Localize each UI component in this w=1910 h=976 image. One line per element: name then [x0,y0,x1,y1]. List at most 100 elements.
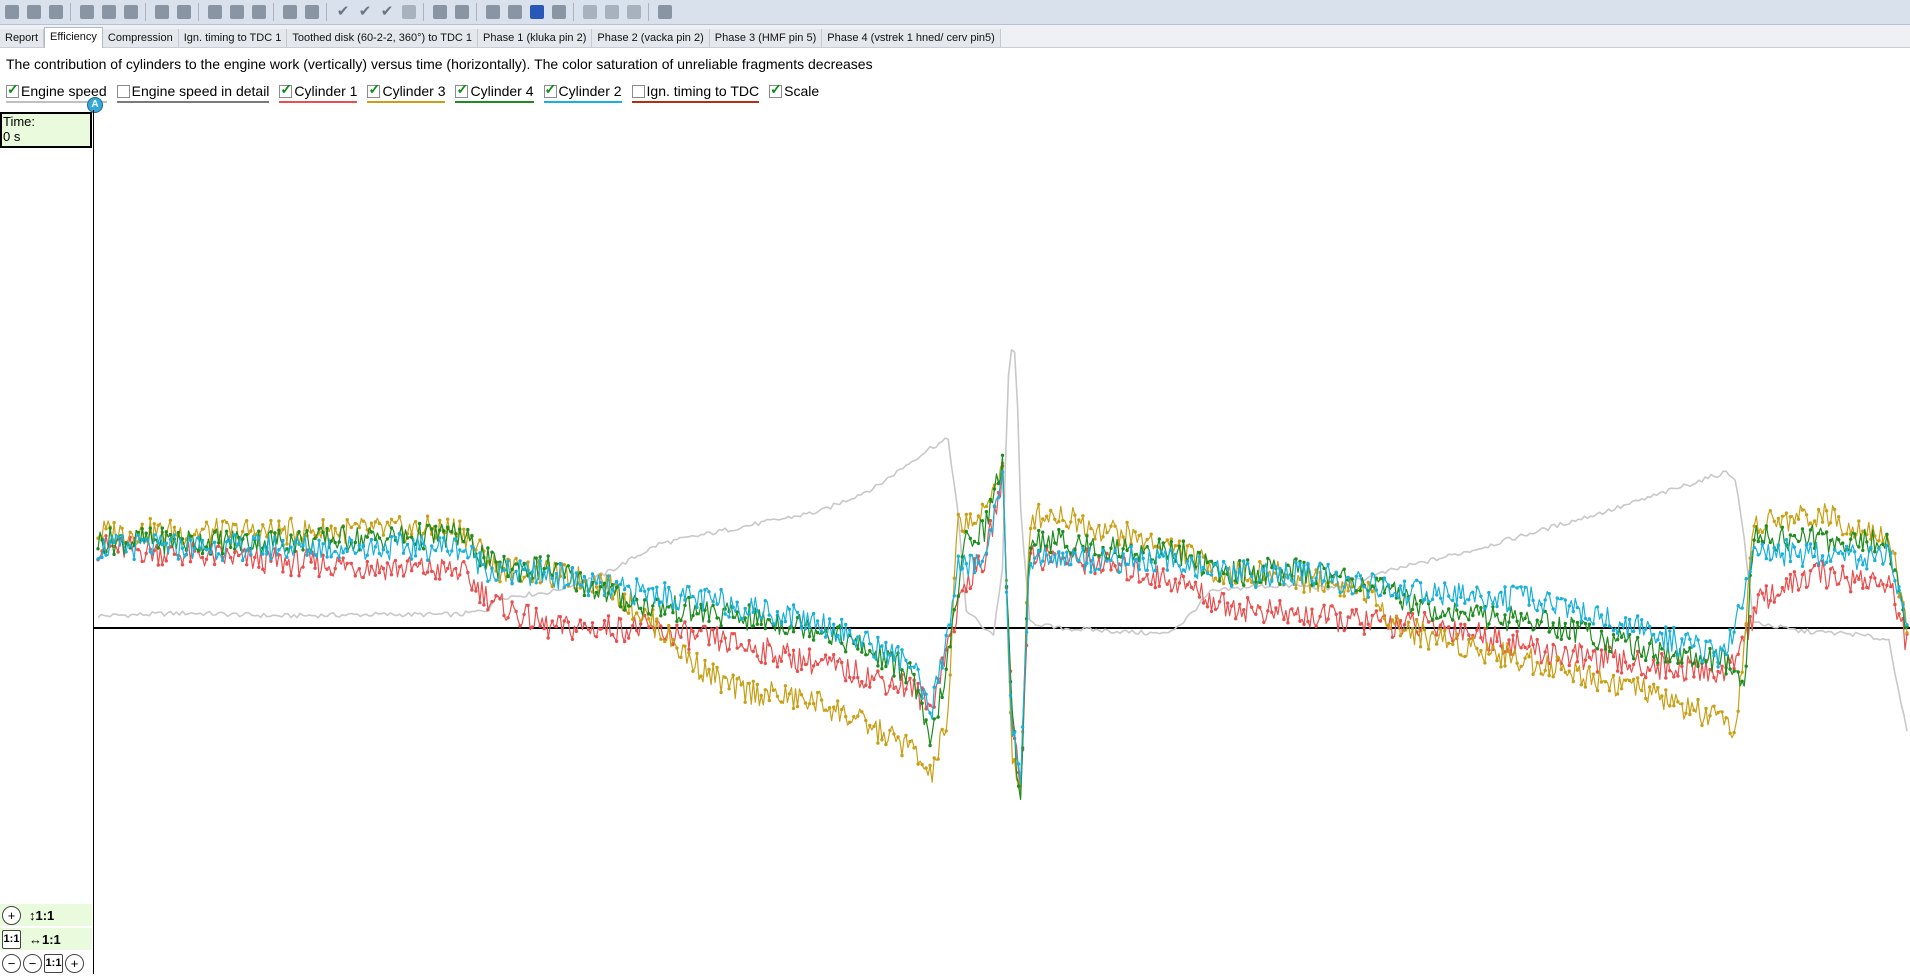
print-icon[interactable] [46,2,66,22]
check-double-icon[interactable]: ✔ [355,2,375,22]
data-point [1346,575,1350,580]
paste-icon[interactable] [99,2,119,22]
data-point [1756,539,1761,544]
data-point [1660,652,1664,656]
check-icon[interactable]: ✔ [333,2,353,22]
data-point [739,617,743,621]
page-icon[interactable] [399,2,419,22]
data-point [1097,523,1101,528]
legend-checkbox[interactable] [455,81,469,98]
data-point [570,566,575,570]
data-point [1756,553,1761,557]
data-point [1841,541,1845,545]
stop-sequence-icon[interactable] [527,2,547,22]
legend-item-engine-speed-in-detail[interactable]: Engine speed in detail [116,81,270,103]
legend-item-cylinder-2[interactable]: Cylinder 2 [543,81,622,103]
tab-phase-3-hmf-pin-5[interactable]: Phase 3 (HMF pin 5) [709,29,823,47]
sequence-icon[interactable] [483,2,503,22]
data-point [164,541,168,545]
waveform-icon[interactable] [205,2,225,22]
play-sequence-icon[interactable] [505,2,525,22]
data-point [1302,563,1306,568]
data-point [1479,648,1483,653]
legend-checkbox[interactable] [543,81,557,98]
select-icon[interactable] [280,2,300,22]
legend-item-cylinder-1[interactable]: Cylinder 1 [279,81,358,103]
check-all-icon[interactable]: ✔ [377,2,397,22]
data-point [148,517,152,521]
legend-item-scale[interactable]: Scale [769,81,820,103]
data-point [1857,545,1861,549]
data-point [1841,533,1845,537]
data-point [574,589,579,593]
sequence-list-icon[interactable] [549,2,569,22]
tools-icon[interactable] [121,2,141,22]
zoom-in-horizontal-icon[interactable]: + [65,953,84,973]
legend-item-cylinder-4[interactable]: Cylinder 4 [455,81,534,103]
tab-compression[interactable]: Compression [102,29,179,47]
zoom-out-horizontal-icon[interactable]: − [23,953,42,973]
copy-icon[interactable] [77,2,97,22]
data-point [819,658,824,662]
data-point [377,536,382,540]
tab-phase-2-vacka-pin-2[interactable]: Phase 2 (vacka pin 2) [592,29,710,47]
tab-efficiency[interactable]: Efficiency [44,27,103,48]
efficiency-chart[interactable] [93,110,1910,974]
data-point [679,635,683,639]
help-icon[interactable] [655,2,675,22]
data-point [679,655,683,659]
measure-icon[interactable] [174,2,194,22]
data-point [1028,526,1033,531]
legend-checkbox[interactable] [6,81,19,98]
tab-report[interactable]: Report [0,29,45,47]
legend-checkbox[interactable] [631,85,645,98]
legend-checkbox[interactable] [116,85,130,98]
data-point [1579,619,1584,623]
zoom-reset-button[interactable]: 1:1 [2,929,21,949]
open-icon[interactable] [2,2,22,22]
marker-icon[interactable] [152,2,172,22]
remove-icon[interactable] [302,2,322,22]
legend-checkbox[interactable] [769,81,783,98]
tab-phase-1-kluka-pin-2[interactable]: Phase 1 (kluka pin 2) [478,29,593,47]
zoom-1to1-button[interactable]: 1:1 [44,953,63,973]
data-point [1334,612,1338,616]
zoom-out-icon[interactable]: − [2,953,21,973]
delete-icon[interactable] [624,2,644,22]
legend-item-ign-timing-to-tdc[interactable]: Ign. timing to TDC [631,81,760,103]
data-point [1447,594,1451,598]
undo-icon[interactable] [249,2,269,22]
zoom-in-icon[interactable]: + [2,905,21,925]
waveform-alt-icon[interactable] [227,2,247,22]
legend-checkbox[interactable] [279,81,293,98]
edit-icon[interactable] [452,2,472,22]
data-point [108,540,112,544]
data-point [1145,537,1149,542]
data-point [128,544,132,548]
data-point [273,531,277,535]
data-point [695,605,699,610]
chart-area[interactable] [93,110,1910,974]
window-icon[interactable] [580,2,600,22]
data-point [671,605,675,610]
data-point [1587,655,1592,659]
tab-ign-timing-to-tdc-1[interactable]: Ign. timing to TDC 1 [178,29,288,47]
legend-checkbox[interactable] [367,81,381,98]
data-point [1069,562,1073,567]
document-icon[interactable] [602,2,622,22]
data-point [827,640,832,644]
data-point [639,622,643,626]
tab-toothed-disk-60-2-2-360-to-tdc-1[interactable]: Toothed disk (60-2-2, 360°) to TDC 1 [287,29,479,47]
data-point [582,621,587,626]
data-point [823,708,828,712]
data-point [1668,660,1672,664]
tab-phase-4-vstrek-1-hned-cerv-pin5[interactable]: Phase 4 (vstrek 1 hned/ cerv pin5) [822,29,1001,47]
data-point [1061,529,1065,534]
data-point [703,624,707,629]
data-point [647,617,651,621]
grid-icon[interactable] [430,2,450,22]
save-icon[interactable] [24,2,44,22]
data-point [1623,678,1628,682]
data-point [1631,657,1636,661]
legend-item-cylinder-3[interactable]: Cylinder 3 [367,81,446,103]
